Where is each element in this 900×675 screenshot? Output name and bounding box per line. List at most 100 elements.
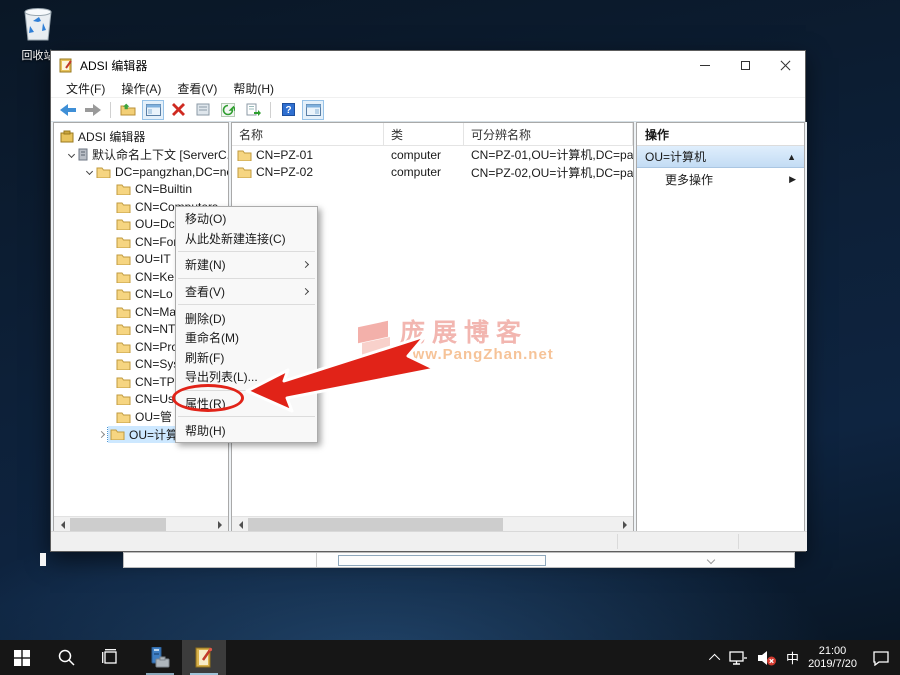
ime-indicator[interactable]: 中 [786,648,799,667]
submenu-chevron-icon [302,261,309,268]
menu-item-move[interactable]: 移动(O) [176,209,317,229]
scrollbar-thumb[interactable] [70,518,166,532]
tree-horizontal-scrollbar[interactable] [54,516,228,532]
folder-icon [116,323,131,335]
menu-separator [178,278,315,279]
menu-item-delete[interactable]: 删除(D) [176,308,317,328]
taskbar-server-manager[interactable] [138,640,182,675]
folder-icon [116,358,131,370]
console-window-icon [146,104,161,116]
actions-section-label: OU=计算机 [645,148,787,165]
folder-icon [237,149,252,161]
folder-icon [116,376,131,388]
list-row-pz-01[interactable]: CN=PZ-01 computer CN=PZ-01,OU=计算机,DC=pan… [232,146,633,164]
toolbar-separator [270,102,271,118]
help-button[interactable]: ? [277,100,299,120]
task-view-button[interactable] [88,640,132,675]
column-header-class[interactable]: 类 [384,123,464,145]
delete-x-icon [172,103,185,116]
search-icon [58,649,75,666]
network-icon[interactable] [729,650,748,666]
menu-item-view[interactable]: 查看(V) [176,282,317,302]
tree-item-builtin[interactable]: CN=Builtin [54,181,228,199]
actions-pane: 操作 OU=计算机 ▲ 更多操作 ▶ [636,122,805,533]
clock-time: 21:00 [808,645,857,658]
search-button[interactable] [44,640,88,675]
delete-button[interactable] [167,100,189,120]
window-title: ADSI 编辑器 [80,57,685,74]
maximize-button[interactable] [725,52,765,79]
more-actions-item[interactable]: 更多操作 ▶ [637,168,804,190]
tree-item-dc-pangzhan[interactable]: DC=pangzhan,DC=net [54,163,228,181]
menu-item-help[interactable]: 帮助(H) [176,420,317,440]
list-header: 名称 类 可分辨名称 [232,123,633,146]
strip-dropdown-chevron-icon[interactable] [707,556,715,564]
back-icon [60,104,76,116]
chevron-collapsed-icon[interactable] [94,432,108,437]
submenu-chevron-icon [302,288,309,295]
action-center-icon[interactable] [872,650,890,666]
volume-muted-icon[interactable] [757,650,777,666]
tree-item-adsi-root[interactable]: ADSI 编辑器 [54,128,228,146]
menu-separator [178,304,315,305]
show-action-pane-button[interactable] [302,100,324,120]
strip-combobox[interactable] [338,555,546,566]
menu-view[interactable]: 查看(V) [170,79,224,98]
folder-icon [110,428,125,440]
forward-button[interactable] [82,100,104,120]
windows-logo-icon [14,650,30,666]
strip-divider [316,553,317,567]
menu-file[interactable]: 文件(F) [59,79,112,98]
menu-help[interactable]: 帮助(H) [226,79,281,98]
recycle-bin-icon [21,6,55,42]
adsi-root-icon [60,130,74,143]
start-button[interactable] [0,640,44,675]
refresh-icon [221,103,235,117]
list-horizontal-scrollbar[interactable] [232,516,633,532]
taskbar: 中 21:00 2019/7/20 [0,640,900,675]
scrollbar-thumb[interactable] [248,518,503,532]
menu-item-new[interactable]: 新建(N) [176,255,317,275]
column-header-dn[interactable]: 可分辨名称 [464,123,633,145]
folder-icon [116,393,131,405]
actions-section-header[interactable]: OU=计算机 ▲ [637,146,804,168]
refresh-button[interactable] [217,100,239,120]
folder-icon [116,218,131,230]
chevron-expanded-icon[interactable] [64,152,78,157]
export-list-button[interactable] [242,100,264,120]
server-manager-icon [148,647,172,669]
toolbar-separator [110,102,111,118]
show-hidden-icons-chevron[interactable] [709,653,720,664]
menu-item-new-connection-from-here[interactable]: 从此处新建连接(C) [176,229,317,249]
up-one-level-button[interactable] [117,100,139,120]
list-row-pz-02[interactable]: CN=PZ-02 computer CN=PZ-02,OU=计算机,DC=pan… [232,164,633,182]
forward-icon [85,104,101,116]
folder-icon [116,411,131,423]
adsi-app-icon [59,58,74,73]
chevron-expanded-icon[interactable] [82,169,96,174]
folder-icon [96,166,111,178]
menu-separator [178,251,315,252]
tree-item-default-naming-context[interactable]: 默认命名上下文 [ServerC.par [54,146,228,164]
export-list-icon [246,103,261,116]
menu-bar: 文件(F) 操作(A) 查看(V) 帮助(H) [51,79,805,98]
menu-action[interactable]: 操作(A) [114,79,168,98]
taskbar-adsi-edit-active[interactable] [182,640,226,675]
taskbar-clock[interactable]: 21:00 2019/7/20 [808,645,857,671]
background-window-strip [123,552,795,568]
minimize-button[interactable] [685,52,725,79]
naming-context-icon [78,148,88,161]
status-bar [51,531,807,551]
folder-icon [116,201,131,213]
collapse-triangle-icon[interactable]: ▲ [787,152,796,162]
folder-icon [237,166,252,178]
toolbar: ? [51,98,805,122]
back-button[interactable] [57,100,79,120]
folder-icon [116,341,131,353]
more-actions-label: 更多操作 [665,171,789,188]
properties-button[interactable] [192,100,214,120]
column-header-name[interactable]: 名称 [232,123,384,145]
close-button[interactable] [765,52,805,79]
show-console-tree-button[interactable] [142,100,164,120]
adsi-edit-window: ADSI 编辑器 文件(F) 操作(A) 查看(V) 帮助(H) [50,50,806,552]
